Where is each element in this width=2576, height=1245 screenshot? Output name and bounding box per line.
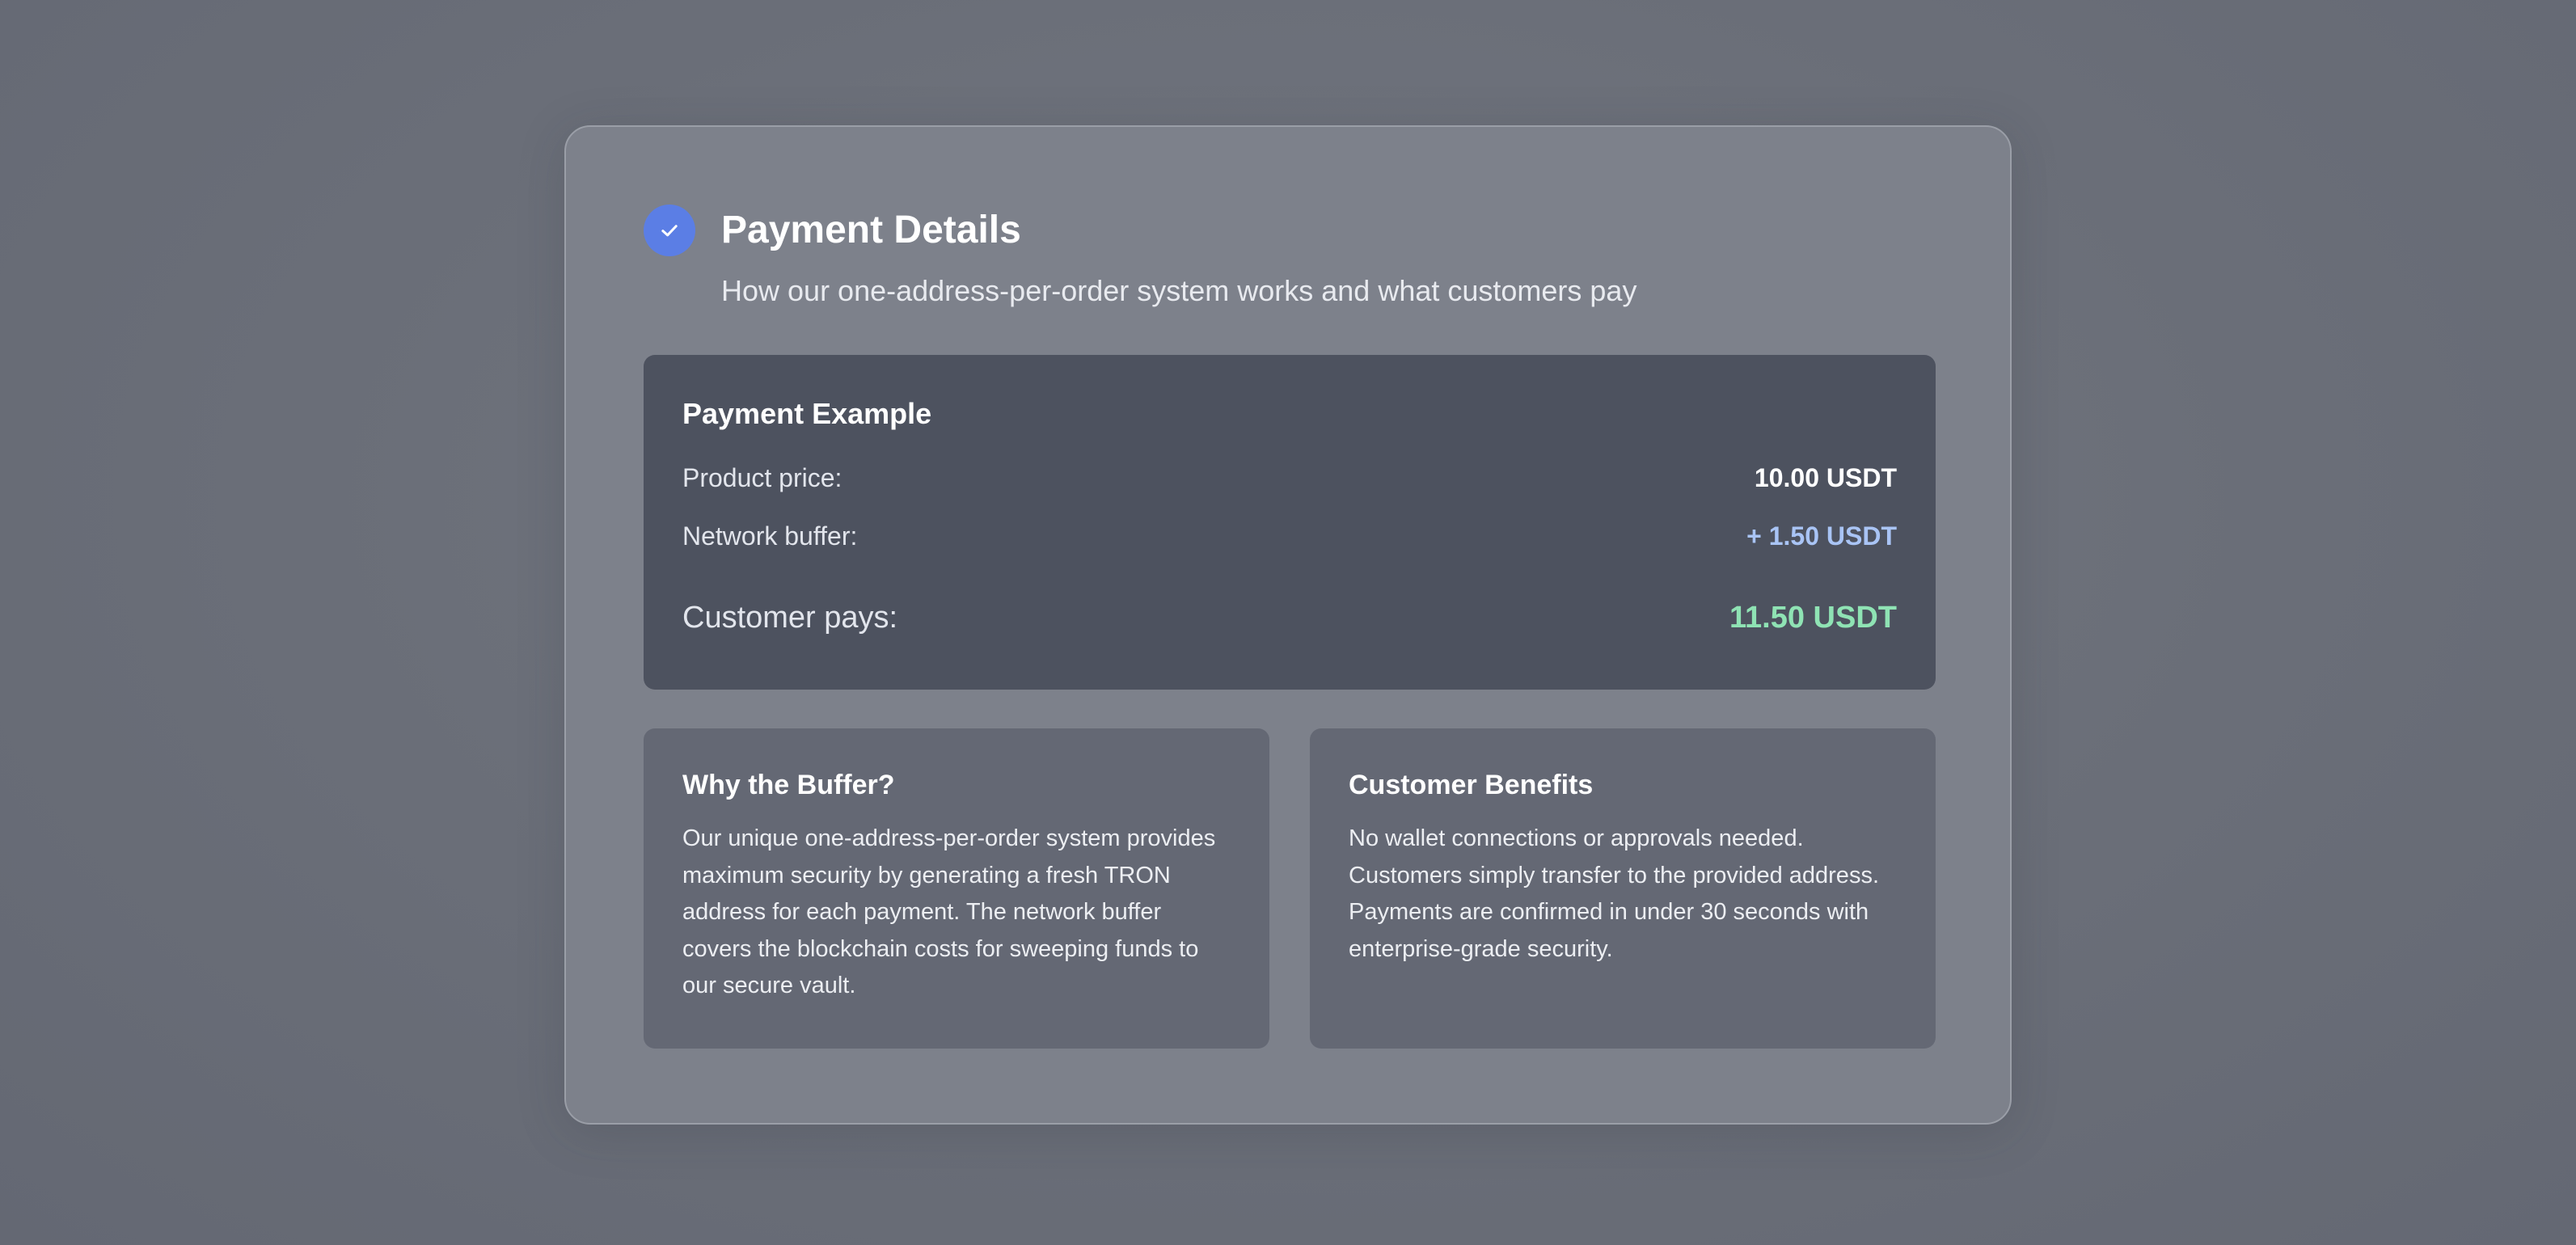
- customer-benefits-title: Customer Benefits: [1349, 770, 1594, 800]
- info-boxes: Why the Buffer? Our unique one-address-p…: [644, 728, 1936, 1049]
- customer-benefits-box: Customer Benefits No wallet connections …: [1310, 728, 1936, 1049]
- product-price-value: 10.00 USDT: [1754, 463, 1897, 492]
- payment-example-panel: Payment Example Product price: 10.00 USD…: [644, 355, 1936, 690]
- product-price-label: Product price:: [682, 463, 842, 492]
- network-buffer-label: Network buffer:: [682, 521, 858, 551]
- product-price-row: Product price: 10.00 USDT: [682, 463, 1897, 493]
- check-icon: [644, 205, 695, 256]
- network-buffer-row: Network buffer: + 1.50 USDT: [682, 521, 1897, 551]
- customer-pays-value: 11.50 USDT: [1729, 601, 1897, 635]
- why-buffer-box: Why the Buffer? Our unique one-address-p…: [644, 728, 1269, 1049]
- customer-pays-row: Customer pays: 11.50 USDT: [682, 601, 1897, 635]
- network-buffer-value: + 1.50 USDT: [1746, 521, 1897, 551]
- customer-benefits-body: No wallet connections or approvals neede…: [1349, 825, 1879, 962]
- payment-example-title: Payment Example: [682, 397, 932, 430]
- page-title: Payment Details: [721, 209, 1021, 251]
- page-subtitle: How our one-address-per-order system wor…: [721, 274, 1637, 307]
- why-buffer-title: Why the Buffer?: [682, 770, 895, 800]
- payment-details-card: Payment Details How our one-address-per-…: [564, 125, 2012, 1125]
- why-buffer-body: Our unique one-address-per-order system …: [682, 825, 1216, 998]
- customer-pays-label: Customer pays:: [682, 601, 898, 635]
